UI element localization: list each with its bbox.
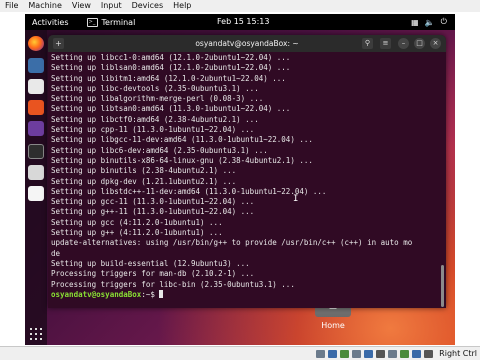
harddisk-icon[interactable] [316,349,326,358]
host-statusbar: Right Ctrl [0,346,480,360]
power-icon: ⏻ [440,17,447,26]
output-line: Setting up libc-devtools (2.35-0ubuntu3.… [51,83,259,93]
trash-icon[interactable] [28,186,44,201]
output-line: Setting up gcc-11 (11.3.0-1ubuntu1~22.04… [51,197,255,207]
app-menu-label: Terminal [101,17,136,27]
output-line: Setting up build-essential (12.9ubuntu3)… [51,258,250,268]
menu-input[interactable]: Input [96,0,127,12]
software-center-icon[interactable] [28,100,44,115]
recording-icon[interactable] [388,349,398,358]
mouse-integration-icon[interactable] [412,349,422,358]
system-tray[interactable]: ▦ 🔈 ⏻ [405,14,447,30]
volume-icon: 🔈 [424,17,435,27]
output-line: Setting up dpkg-dev (1.21.1ubuntu2.1) ..… [51,176,237,186]
cpu-icon[interactable] [400,349,410,358]
output-line: Setting up gcc (4:11.2.0-1ubuntu1) ... [51,217,223,227]
output-line: Setting up cpp-11 (11.3.0-1ubuntu1~22.04… [51,125,255,135]
terminal-app-icon: >_ [86,17,98,27]
host-key-label: Right Ctrl [439,349,477,358]
network-adapter-icon[interactable] [340,349,350,358]
terminal-headerbar[interactable]: + osyandatv@osyandaBox: ~ ⚲ ≡ – □ × [48,35,446,52]
home-folder-label: Home [321,321,345,330]
app-grid-icon[interactable] [30,328,42,340]
help-icon[interactable] [28,121,44,136]
output-line: Setting up liblsan0:amd64 (12.1.0-2ubunt… [51,63,291,73]
output-line: Setting up libgcc-11-dev:amd64 (11.3.0-1… [51,135,313,145]
files-icon[interactable] [28,58,44,73]
app-menu[interactable]: >_ Terminal [86,17,136,27]
keyboard-icon[interactable] [424,349,434,358]
prompt-user: osyandatv@osyandaBox [51,289,142,299]
terminal-output[interactable]: Setting up libcc1-0:amd64 (12.1.0-2ubunt… [48,52,440,308]
firefox-icon[interactable] [28,36,44,51]
output-line: Processing triggers for libc-bin (2.35-0… [51,279,295,289]
output-line: Processing triggers for man-db (2.10.2-1… [51,269,255,279]
disk-icon[interactable] [28,165,44,180]
activities-button[interactable]: Activities [32,18,69,27]
output-line: Setting up libalgorithm-merge-perl (0.08… [51,94,264,104]
output-line: update-alternatives: using /usr/bin/g++ … [51,238,413,248]
mouse-ibeam-cursor: I [293,194,299,204]
menu-view[interactable]: View [67,0,96,12]
usb-icon[interactable] [352,349,362,358]
output-line: Setting up libctf0:amd64 (2.38-4ubuntu2.… [51,114,259,124]
output-line: Setting up libc6-dev:amd64 (2.35-0ubuntu… [51,145,268,155]
minimize-button[interactable]: – [398,38,409,49]
maximize-button[interactable]: □ [414,38,425,49]
terminal-scrollbar[interactable] [441,265,444,307]
guest-screen: Activities >_ Terminal Feb 15 15:13 ▦ 🔈 … [25,14,455,345]
gnome-topbar: Activities >_ Terminal Feb 15 15:13 ▦ 🔈 … [25,14,455,30]
terminal-icon[interactable] [28,144,44,159]
libreoffice-icon[interactable] [28,79,44,94]
optical-drive-icon[interactable] [328,349,338,358]
menu-file[interactable]: File [0,0,23,12]
prompt-line[interactable]: osyandatv@osyandaBox:~$ [51,289,440,300]
terminal-window[interactable]: + osyandatv@osyandaBox: ~ ⚲ ≡ – □ × Sett… [48,35,446,308]
output-line: Setting up libitm1:amd64 (12.1.0-2ubuntu… [51,73,286,83]
menu-devices[interactable]: Devices [127,0,169,12]
output-line: Setting up libstdc++-11-dev:amd64 (11.3.… [51,186,327,196]
dock [25,30,47,345]
output-line: Setting up binutils-x86-64-linux-gnu (2.… [51,155,313,165]
host-menubar: File Machine View Input Devices Help [0,0,480,12]
output-line: Setting up g++-11 (11.3.0-1ubuntu1~22.04… [51,207,255,217]
display-icon[interactable] [376,349,386,358]
prompt-suffix: :~$ [141,289,160,299]
output-line: Setting up binutils (2.38-4ubuntu2.1) ..… [51,166,237,176]
output-line: Setting up g++ (4:11.2.0-1ubuntu1) ... [51,228,223,238]
search-button[interactable]: ⚲ [362,38,373,49]
output-line: Setting up libcc1-0:amd64 (12.1.0-2ubunt… [51,53,291,62]
menu-machine[interactable]: Machine [23,0,67,12]
text-cursor [159,289,164,298]
menu-help[interactable]: Help [168,0,196,12]
close-button[interactable]: × [430,38,441,49]
output-line: de [51,248,61,258]
output-line: Setting up libtsan0:amd64 (11.3.0-1ubunt… [51,104,291,114]
menu-button[interactable]: ≡ [380,38,391,49]
network-icon: ▦ [411,17,419,27]
clock[interactable]: Feb 15 15:13 [217,14,269,30]
shared-folder-icon[interactable] [364,349,374,358]
